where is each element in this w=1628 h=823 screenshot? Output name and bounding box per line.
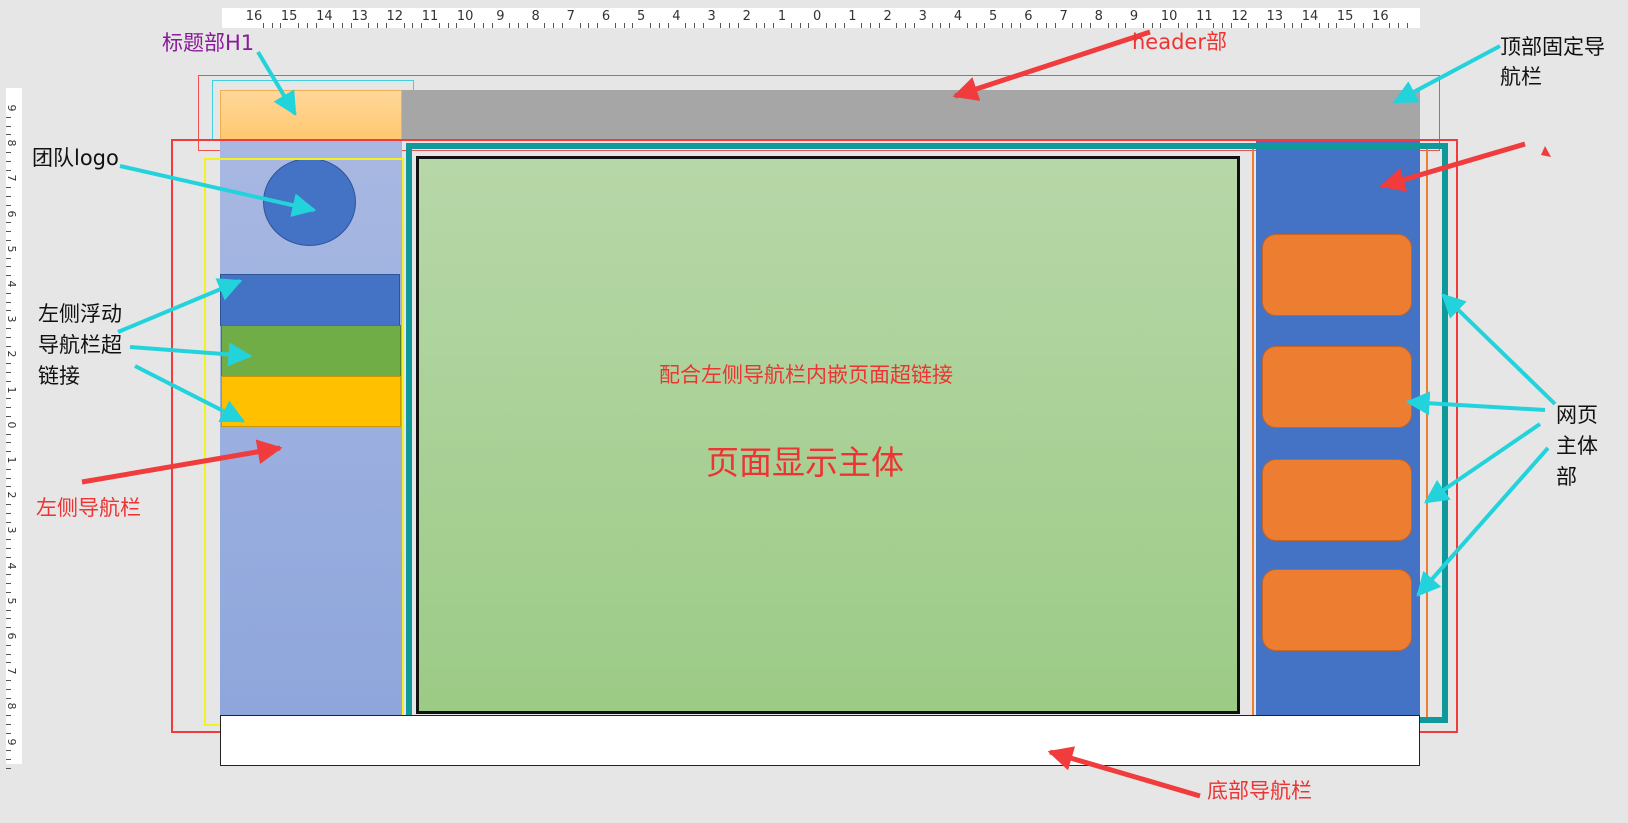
arrow-body-2	[1405, 391, 1546, 416]
arrow-body-1	[1441, 293, 1557, 406]
arrow-logo	[119, 164, 317, 217]
arrow-body-4	[1416, 446, 1550, 597]
arrows-layer	[81, 29, 1557, 799]
arrow-top-nav	[1392, 44, 1501, 104]
label-page-body-line3: 部	[1556, 465, 1577, 489]
label-top-nav-line1: 顶部固定导	[1500, 35, 1605, 59]
small-red-triangle	[1541, 146, 1551, 157]
label-page-body-line2: 主体	[1556, 434, 1598, 458]
label-main-display: 页面显示主体	[706, 443, 904, 482]
label-left-float-line1: 左侧浮动	[38, 302, 122, 326]
arrow-left-nav	[81, 439, 283, 485]
label-page-body-line1: 网页	[1556, 403, 1598, 427]
label-inline-link-note: 配合左侧导航栏内嵌页面超链接	[659, 363, 953, 387]
label-top-nav-line2: 航栏	[1500, 65, 1542, 89]
arrow-float-2	[129, 342, 253, 367]
arrow-header	[952, 29, 1151, 101]
arrow-right-panel	[1379, 141, 1526, 192]
arrow-float-1	[117, 278, 243, 334]
label-header: header部	[1132, 30, 1227, 54]
label-h1-section: 标题部H1	[162, 31, 255, 55]
arrow-float-3	[134, 364, 246, 423]
arrow-body-3	[1424, 422, 1542, 504]
label-left-float-line2: 导航栏超	[38, 333, 122, 357]
arrow-h1	[256, 50, 297, 117]
label-bottom-nav: 底部导航栏	[1207, 779, 1312, 803]
arrow-bottom-nav	[1047, 746, 1201, 799]
label-left-float-line3: 链接	[38, 364, 80, 388]
label-team-logo: 团队logo	[32, 146, 119, 170]
label-left-nav: 左侧导航栏	[36, 496, 141, 520]
